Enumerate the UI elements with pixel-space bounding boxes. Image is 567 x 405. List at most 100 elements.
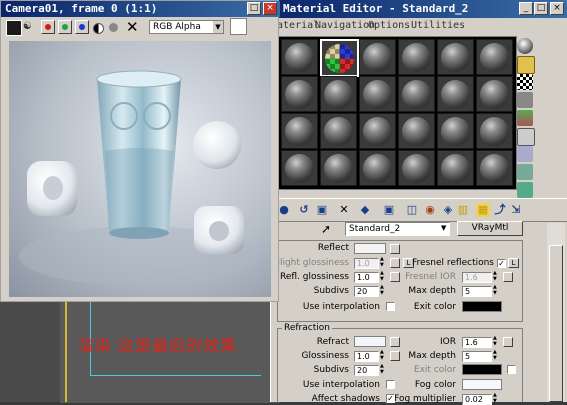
- refl-glossiness-spinner[interactable]: [380, 270, 387, 283]
- sample-slot[interactable]: [437, 39, 474, 75]
- refl-glossiness-field[interactable]: 1.0: [354, 272, 379, 283]
- sample-slot[interactable]: [281, 113, 318, 149]
- pick-material-icon[interactable]: ➚: [321, 222, 331, 236]
- maximize-icon[interactable]: □: [247, 2, 261, 15]
- green-channel-icon[interactable]: [58, 20, 72, 34]
- sample-type-icon[interactable]: [517, 38, 533, 54]
- sample-slot[interactable]: [476, 113, 513, 149]
- menu-utilities[interactable]: Utilities: [411, 20, 465, 31]
- hilight-glossiness-field[interactable]: 1.0: [354, 258, 379, 269]
- fog-multiplier-spinner[interactable]: [493, 392, 500, 405]
- sample-slot[interactable]: [398, 39, 435, 75]
- go-to-sibling-icon[interactable]: ⇲: [509, 203, 523, 217]
- get-material-icon[interactable]: ●: [277, 203, 291, 217]
- save-icon[interactable]: [6, 20, 22, 36]
- material-navigator-icon[interactable]: [517, 182, 533, 198]
- sample-slot[interactable]: [398, 113, 435, 149]
- reflect-max-depth-spinner[interactable]: [493, 284, 500, 297]
- reflect-subdivs-spinner[interactable]: [380, 284, 387, 297]
- backlight-icon[interactable]: [517, 56, 535, 74]
- ior-field[interactable]: 1.6: [462, 337, 492, 348]
- refraction-glossiness-field[interactable]: 1.0: [354, 351, 379, 362]
- fresnel-lock-button[interactable]: L: [508, 258, 519, 268]
- refraction-glossiness-map-button[interactable]: [390, 351, 400, 361]
- refraction-max-depth-spinner[interactable]: [493, 349, 500, 362]
- sample-slot[interactable]: [281, 39, 318, 75]
- refl-glossiness-map-button[interactable]: [390, 272, 400, 282]
- refraction-subdivs-spinner[interactable]: [380, 363, 387, 376]
- refraction-exit-color-swatch[interactable]: [462, 364, 502, 375]
- material-name-field[interactable]: Standard_2: [345, 222, 450, 236]
- material-type-button[interactable]: VRayMtl: [457, 221, 523, 236]
- sample-slot[interactable]: [320, 76, 357, 112]
- reflect-subdivs-field[interactable]: 20: [354, 286, 379, 297]
- ior-spinner[interactable]: [493, 335, 500, 348]
- ior-map-button[interactable]: [503, 337, 513, 347]
- sample-slot[interactable]: [359, 39, 396, 75]
- sample-slot[interactable]: [476, 76, 513, 112]
- fresnel-reflections-checkbox[interactable]: ✓: [497, 259, 506, 268]
- fresnel-ior-field[interactable]: 1.6: [462, 272, 492, 283]
- fog-multiplier-field[interactable]: 0.02: [462, 394, 492, 405]
- fresnel-ior-spinner[interactable]: [493, 270, 500, 283]
- clone-icon[interactable]: ☯: [23, 20, 37, 34]
- chevron-down-icon[interactable]: ▼: [213, 21, 223, 33]
- sample-slot[interactable]: [476, 150, 513, 186]
- mono-icon[interactable]: [93, 23, 104, 34]
- sample-slot[interactable]: [359, 76, 396, 112]
- sample-slot[interactable]: [437, 150, 474, 186]
- make-preview-icon[interactable]: [517, 128, 535, 146]
- hilight-glossiness-map-button[interactable]: [390, 258, 400, 268]
- sample-slot[interactable]: [320, 150, 357, 186]
- fog-color-swatch[interactable]: [462, 379, 502, 390]
- alpha-icon[interactable]: [109, 23, 118, 32]
- refraction-max-depth-field[interactable]: 5: [462, 351, 492, 362]
- material-effects-channel-icon[interactable]: ◉: [423, 203, 437, 217]
- close-icon[interactable]: ×: [550, 2, 564, 15]
- pixel-color-swatch[interactable]: [230, 18, 247, 35]
- close-icon[interactable]: ×: [263, 2, 277, 15]
- rollout-scrollbar-thumb[interactable]: [549, 245, 563, 402]
- sample-slot[interactable]: [281, 150, 318, 186]
- refraction-exit-color-checkbox[interactable]: [507, 365, 516, 374]
- chevron-down-icon[interactable]: ▼: [441, 224, 446, 232]
- show-map-in-viewport-icon[interactable]: ◈: [441, 203, 455, 217]
- refraction-glossiness-spinner[interactable]: [380, 349, 387, 362]
- sample-slot[interactable]: [437, 113, 474, 149]
- menu-navigation[interactable]: Navigation: [315, 20, 375, 31]
- uv-tiling-icon[interactable]: [517, 92, 533, 108]
- background-icon[interactable]: [517, 74, 533, 90]
- go-to-parent-icon[interactable]: ▦: [476, 203, 490, 217]
- blue-channel-icon[interactable]: [75, 20, 89, 34]
- minimize-icon[interactable]: _: [519, 2, 533, 15]
- sample-slot[interactable]: [437, 76, 474, 112]
- go-forward-to-sibling-icon[interactable]: ⤴: [493, 203, 507, 217]
- menu-options[interactable]: Options: [368, 20, 410, 31]
- reflect-exit-color-swatch[interactable]: [462, 301, 502, 312]
- clear-icon[interactable]: ✕: [126, 20, 140, 35]
- show-end-result-icon[interactable]: ▥: [456, 203, 470, 217]
- put-to-scene-icon[interactable]: ↺: [297, 203, 311, 217]
- sample-slot[interactable]: [476, 39, 513, 75]
- reflect-map-button[interactable]: [390, 244, 400, 254]
- maximize-icon[interactable]: □: [534, 2, 548, 15]
- sample-slot[interactable]: [281, 76, 318, 112]
- reset-map-icon[interactable]: ✕: [337, 203, 351, 217]
- refract-color-swatch[interactable]: [354, 336, 386, 347]
- assign-to-selection-icon[interactable]: ▣: [315, 203, 329, 217]
- refraction-use-interpolation-checkbox[interactable]: [386, 380, 395, 389]
- refract-map-button[interactable]: [390, 337, 400, 347]
- put-to-library-icon[interactable]: ◫: [405, 203, 419, 217]
- reflect-use-interpolation-checkbox[interactable]: [386, 302, 395, 311]
- sample-slot[interactable]: [320, 113, 357, 149]
- sample-slot[interactable]: [359, 113, 396, 149]
- sample-slot[interactable]: [359, 150, 396, 186]
- make-unique-icon[interactable]: ▣: [382, 203, 396, 217]
- video-color-check-icon[interactable]: [517, 110, 533, 126]
- reflect-color-swatch[interactable]: [354, 243, 386, 254]
- hilight-glossiness-spinner[interactable]: [380, 256, 387, 269]
- sample-slot[interactable]: [398, 76, 435, 112]
- select-by-material-icon[interactable]: [517, 164, 533, 180]
- reflect-max-depth-field[interactable]: 5: [462, 286, 492, 297]
- refraction-subdivs-field[interactable]: 20: [354, 365, 379, 376]
